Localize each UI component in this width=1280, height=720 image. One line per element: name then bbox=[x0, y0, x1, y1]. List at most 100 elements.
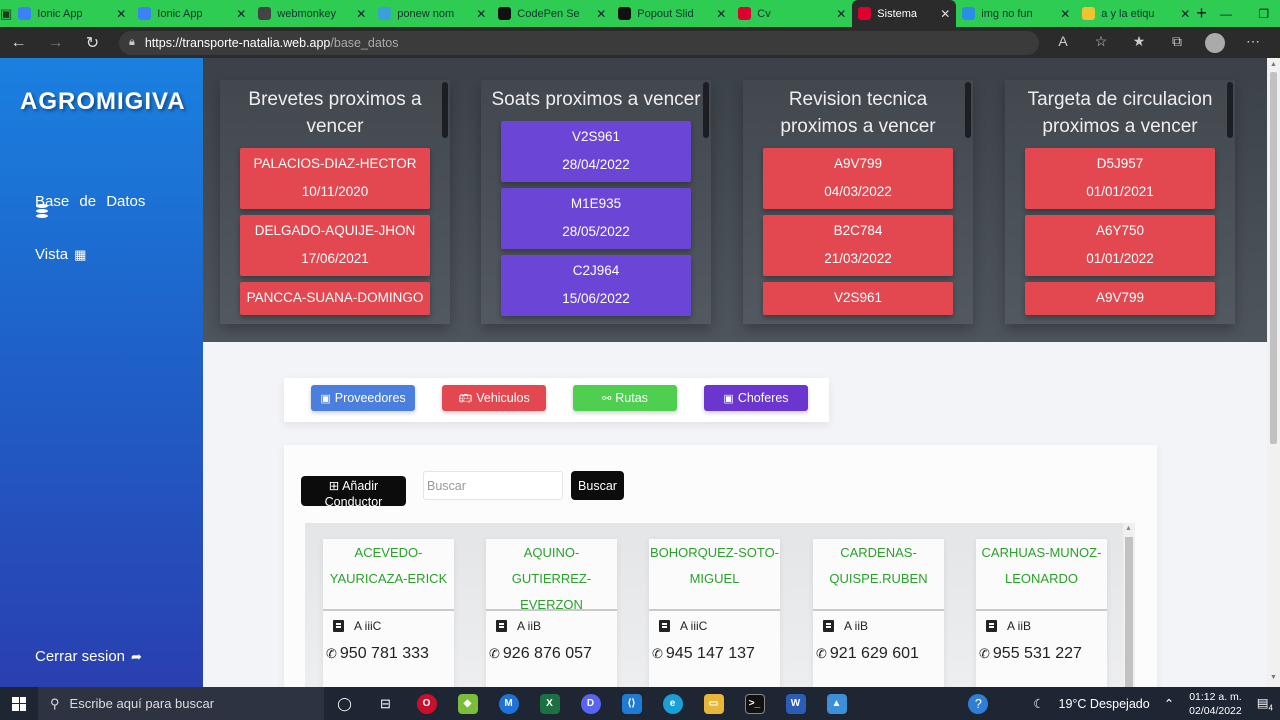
category-button-vehiculos[interactable]: 🚌︎ Vehiculos bbox=[442, 385, 546, 411]
collections-icon[interactable]: ⧉ bbox=[1158, 33, 1196, 53]
expiry-card[interactable]: B2C784 21/03/2022 bbox=[763, 215, 953, 276]
category-button-proveedores[interactable]: ▣ Proveedores bbox=[311, 385, 415, 411]
file-explorer-icon[interactable]: ▭ bbox=[693, 687, 734, 720]
minimize-icon[interactable]: — bbox=[1207, 7, 1245, 21]
logout-link[interactable]: Cerrar sesion ➦ bbox=[35, 648, 142, 665]
forward-icon[interactable]: → bbox=[37, 34, 74, 52]
tray-chevron-icon[interactable]: ⌃ bbox=[1164, 696, 1174, 711]
windows-taskbar: ⚲ Escribe aquí para buscar ◯ ⊟ O ◆ M X D… bbox=[0, 687, 1280, 720]
browser-tab[interactable]: ponew nom ✕ bbox=[372, 0, 492, 27]
column-scrollbar[interactable] bbox=[965, 82, 971, 138]
sidebar-item-base-datos[interactable]: Base de Datos bbox=[35, 193, 145, 210]
expiry-card[interactable]: A9V799 04/03/2022 bbox=[763, 148, 953, 209]
discord-icon[interactable]: D bbox=[570, 687, 611, 720]
column-scrollbar[interactable] bbox=[703, 82, 709, 138]
window-menu-icon[interactable]: ▣ bbox=[0, 0, 12, 27]
search-button[interactable]: Buscar bbox=[571, 471, 624, 500]
tab-close-icon[interactable]: ✕ bbox=[236, 7, 246, 21]
tab-close-icon[interactable]: ✕ bbox=[716, 7, 726, 21]
expiry-card[interactable]: V2S961 bbox=[763, 282, 953, 315]
browser-tab[interactable]: Ionic App ✕ bbox=[132, 0, 252, 27]
bluestacks-icon[interactable]: ◆ bbox=[447, 687, 488, 720]
url-field[interactable]: 🔒︎ https://transporte-natalia.web.app/ba… bbox=[119, 30, 1039, 55]
add-driver-button[interactable]: ⊞ Añadir Conductor bbox=[301, 476, 406, 509]
opera-icon[interactable]: O bbox=[406, 687, 447, 720]
browser-tab[interactable]: img no fun ✕ bbox=[956, 0, 1076, 27]
maximize-icon[interactable]: ❐ bbox=[1245, 7, 1280, 21]
scroll-up-icon[interactable]: ▲ bbox=[1270, 61, 1277, 68]
tab-close-icon[interactable]: ✕ bbox=[1180, 7, 1190, 21]
tab-close-icon[interactable]: ✕ bbox=[356, 7, 366, 21]
browser-tab[interactable]: CodePen Se ✕ bbox=[492, 0, 612, 27]
scroll-thumb[interactable] bbox=[1125, 537, 1133, 687]
expiry-card[interactable]: M1E935 28/05/2022 bbox=[501, 188, 691, 249]
browser-tab[interactable]: webmonkey ✕ bbox=[252, 0, 372, 27]
expiry-card[interactable]: A9V799 bbox=[1025, 282, 1215, 315]
notification-icon[interactable]: ▤4 bbox=[1257, 695, 1273, 713]
expiry-card[interactable]: PALACIOS-DIAZ-HECTOR 10/11/2020 bbox=[240, 148, 430, 209]
browser-tab[interactable]: Sistema ✕ bbox=[852, 0, 957, 27]
more-menu-icon[interactable]: ⋯ bbox=[1234, 33, 1272, 53]
read-aloud-icon[interactable]: A bbox=[1044, 33, 1082, 53]
column-scrollbar[interactable] bbox=[1227, 82, 1233, 138]
task-view-icon[interactable]: ⊟ bbox=[365, 687, 406, 720]
expiry-card[interactable]: A6Y750 01/01/2022 bbox=[1025, 215, 1215, 276]
browser-tab[interactable]: Ionic App ✕ bbox=[12, 0, 132, 27]
cortana-icon[interactable]: ◯ bbox=[324, 687, 365, 720]
column-scrollbar[interactable] bbox=[442, 82, 448, 138]
edge-icon[interactable]: e bbox=[652, 687, 693, 720]
phone-icon: ✆ bbox=[326, 646, 337, 661]
expiry-column: Soats proximos a vencer V2S961 28/04/2022 M… bbox=[481, 80, 711, 324]
terminal-icon[interactable]: >_ bbox=[734, 687, 775, 720]
search-input[interactable] bbox=[423, 471, 563, 500]
driver-card[interactable]: CARDENAS-QUISPE.RUBEN A iiB ✆ 921 629 601 bbox=[813, 539, 944, 709]
drivers-scrollbar[interactable]: ▲ bbox=[1123, 523, 1135, 693]
back-icon[interactable]: ← bbox=[0, 34, 37, 52]
clock[interactable]: 01:12 a. m. 02/04/2022 bbox=[1189, 690, 1242, 718]
help-icon[interactable]: ? bbox=[968, 693, 989, 714]
driver-card[interactable]: CARHUAS-MUNOZ-LEONARDO A iiB ✆ 955 531 227 bbox=[976, 539, 1107, 709]
page-scrollbar[interactable]: ▲ ▼ bbox=[1267, 58, 1280, 687]
divider bbox=[976, 609, 1107, 611]
scroll-thumb[interactable] bbox=[1270, 72, 1277, 444]
excel-icon[interactable]: X bbox=[529, 687, 570, 720]
scroll-down-icon[interactable]: ▼ bbox=[1270, 674, 1277, 681]
tab-close-icon[interactable]: ✕ bbox=[116, 7, 126, 21]
start-button[interactable] bbox=[0, 687, 38, 720]
expiry-card[interactable]: DELGADO-AQUIJE-JHON 17/06/2021 bbox=[240, 215, 430, 276]
expiry-card[interactable]: D5J957 01/01/2021 bbox=[1025, 148, 1215, 209]
weather-moon-icon[interactable]: ☾ bbox=[1033, 696, 1044, 711]
reload-icon[interactable]: ↻ bbox=[74, 33, 111, 53]
sidebar-item-vista[interactable]: Vista ▦ bbox=[35, 246, 86, 263]
taskbar-search[interactable]: ⚲ Escribe aquí para buscar bbox=[38, 687, 324, 720]
profile-avatar[interactable] bbox=[1205, 32, 1225, 53]
new-tab-button[interactable]: + bbox=[1196, 3, 1207, 24]
driver-card[interactable]: AQUINO-GUTIERREZ-EVERZON A iiB ✆ 926 876 05… bbox=[486, 539, 617, 709]
driver-card[interactable]: ACEVEDO-YAURICAZA-ERICK A iiiC ✆ 950 781 33… bbox=[323, 539, 454, 709]
vscode-icon[interactable]: ⟨⟩ bbox=[611, 687, 652, 720]
tab-close-icon[interactable]: ✕ bbox=[596, 7, 606, 21]
tab-close-icon[interactable]: ✕ bbox=[476, 7, 486, 21]
driver-card[interactable]: BOHORQUEZ-SOTO-MIGUEL A iiiC ✆ 945 147 137 bbox=[649, 539, 780, 709]
category-button-choferes[interactable]: ▣ Choferes bbox=[704, 385, 808, 411]
tab-close-icon[interactable]: ✕ bbox=[836, 7, 846, 21]
sidebar-item-label: Vista bbox=[35, 246, 69, 263]
app-icon[interactable]: M bbox=[488, 687, 529, 720]
photos-icon[interactable]: ▲ bbox=[816, 687, 857, 720]
browser-tab[interactable]: Popout Slid ✕ bbox=[612, 0, 732, 27]
browser-tab[interactable]: Cv ✕ bbox=[732, 0, 852, 27]
weather-text[interactable]: 19°C Despejado bbox=[1059, 697, 1150, 711]
expiry-card[interactable]: PANCCA-SUANA-DOMINGO bbox=[240, 282, 430, 315]
driver-phone-number: 945 147 137 bbox=[665, 645, 755, 662]
add-favorite-icon[interactable]: ☆ bbox=[1082, 33, 1120, 53]
expiry-card[interactable]: C2J964 15/06/2022 bbox=[501, 255, 691, 316]
favorites-icon[interactable]: ★ bbox=[1120, 33, 1158, 53]
tab-close-icon[interactable]: ✕ bbox=[1060, 7, 1070, 21]
browser-tab[interactable]: a y la etiqu ✕ bbox=[1076, 0, 1196, 27]
tab-close-icon[interactable]: ✕ bbox=[940, 7, 950, 21]
expiry-card[interactable]: V2S961 28/04/2022 bbox=[501, 121, 691, 182]
scroll-up-icon[interactable]: ▲ bbox=[1125, 525, 1132, 532]
category-button-rutas[interactable]: ⚯ Rutas bbox=[573, 385, 677, 411]
word-icon[interactable]: W bbox=[775, 687, 816, 720]
driver-phone: ✆ 950 781 333 bbox=[323, 645, 454, 663]
